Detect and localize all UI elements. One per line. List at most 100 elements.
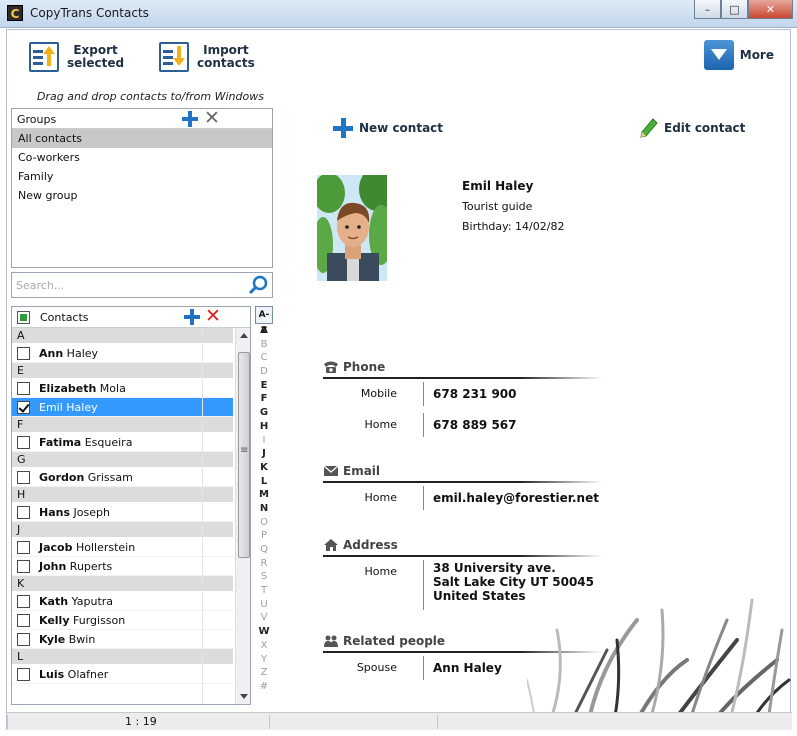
contact-checkbox[interactable] <box>17 613 30 627</box>
delete-contact-icon[interactable]: ✕ <box>205 307 221 326</box>
letter-index-item[interactable]: Z <box>255 666 273 680</box>
maximize-button[interactable]: □ <box>721 0 748 19</box>
first-name: Emil <box>39 400 63 414</box>
contact-checkbox[interactable] <box>17 505 30 519</box>
more-button[interactable]: More <box>703 40 774 70</box>
letter-index-item[interactable]: A <box>255 324 273 338</box>
contact-row-selected[interactable]: Emil Haley <box>12 398 233 417</box>
scrollbar-thumb[interactable] <box>238 352 250 558</box>
letter-index-item[interactable]: R <box>255 557 273 571</box>
letter-index-item[interactable]: J <box>255 447 273 461</box>
contact-row[interactable]: Fatima Esqueira <box>12 433 233 452</box>
contact-checkbox[interactable] <box>17 346 30 360</box>
contact-row[interactable]: Kelly Furgisson <box>12 611 233 630</box>
contacts-panel: Contacts ✕ A Ann Haley E Elizabeth Mola … <box>11 306 251 705</box>
letter-index-item[interactable]: T <box>255 584 273 598</box>
letter-index-item[interactable]: H <box>255 420 273 434</box>
contact-row[interactable]: Kyle Bwin <box>12 630 233 649</box>
letter-index-item[interactable]: I <box>255 434 273 448</box>
contact-row[interactable]: John Ruperts <box>12 557 233 576</box>
delete-group-icon[interactable]: ✕ <box>204 109 220 128</box>
contact-row[interactable]: Elizabeth Mola <box>12 379 233 398</box>
contacts-list: A Ann Haley E Elizabeth Mola Emil Haley … <box>12 328 233 684</box>
house-icon <box>324 539 338 551</box>
first-name: Ann <box>39 346 64 360</box>
contact-row[interactable]: Kath Yaputra <box>12 592 233 611</box>
letter-index-item[interactable]: G <box>255 406 273 420</box>
select-all-checkbox[interactable] <box>17 311 30 324</box>
minimize-button[interactable]: – <box>694 0 721 19</box>
app-client-area: Export selected Import contacts More Dra… <box>6 29 792 730</box>
letter-index-item[interactable]: C <box>255 351 273 365</box>
contact-checkbox[interactable] <box>17 559 30 573</box>
import-contacts-button[interactable]: Import contacts <box>159 42 255 72</box>
letter-index-item[interactable]: K <box>255 461 273 475</box>
close-button[interactable]: ✕ <box>748 0 793 19</box>
email-value[interactable]: emil.haley@forestier.net <box>433 491 599 505</box>
letter-index-item[interactable]: E <box>255 379 273 393</box>
search-icon[interactable] <box>248 275 268 295</box>
import-label-line2: contacts <box>197 56 255 70</box>
first-name: Jacob <box>39 540 73 554</box>
contact-name: Kelly Furgisson <box>39 614 125 627</box>
contacts-scrollbar[interactable] <box>235 328 250 704</box>
search-input[interactable] <box>16 274 236 296</box>
contact-checkbox[interactable] <box>17 594 30 608</box>
contact-checkbox-checked[interactable] <box>17 400 30 414</box>
letter-index-item[interactable]: L <box>255 475 273 489</box>
contacts-title: Contacts <box>40 311 89 324</box>
letter-index-item[interactable]: D <box>255 365 273 379</box>
letter-index-item[interactable]: Q <box>255 543 273 557</box>
letter-index-item[interactable]: P <box>255 529 273 543</box>
contact-name: Jacob Hollerstein <box>39 541 135 554</box>
letter-index-item[interactable]: V <box>255 611 273 625</box>
contact-row[interactable]: Luis Olafner <box>12 665 233 684</box>
edit-contact-button[interactable]: Edit contact <box>640 118 745 138</box>
last-name: Yaputra <box>68 594 114 608</box>
contact-name: Gordon Grissam <box>39 471 133 484</box>
phone-value[interactable]: 678 231 900 <box>433 387 517 401</box>
letter-index-item[interactable]: N <box>255 502 273 516</box>
contact-checkbox[interactable] <box>17 540 30 554</box>
grass-decoration <box>527 598 791 730</box>
phone-title: Phone <box>343 360 386 374</box>
group-item-family[interactable]: Family <box>12 167 272 186</box>
contact-checkbox[interactable] <box>17 632 30 646</box>
contact-row[interactable]: Ann Haley <box>12 344 233 363</box>
export-label: Export selected <box>67 44 124 70</box>
new-contact-button[interactable]: New contact <box>333 118 443 138</box>
group-item-all-contacts[interactable]: All contacts <box>12 129 272 148</box>
related-person-value[interactable]: Ann Haley <box>433 661 502 675</box>
export-selected-button[interactable]: Export selected <box>29 42 124 72</box>
letter-index-item[interactable]: B <box>255 338 273 352</box>
group-item-new-group[interactable]: New group <box>12 186 272 205</box>
letter-index-item[interactable]: S <box>255 570 273 584</box>
contact-row[interactable]: Gordon Grissam <box>12 468 233 487</box>
contact-checkbox[interactable] <box>17 470 30 484</box>
letter-index-item[interactable]: X <box>255 639 273 653</box>
contact-row[interactable]: Jacob Hollerstein <box>12 538 233 557</box>
phone-value[interactable]: 678 889 567 <box>433 418 517 432</box>
contact-checkbox[interactable] <box>17 381 30 395</box>
scroll-up-icon[interactable] <box>240 333 248 338</box>
sort-az-button[interactable]: A-Z <box>255 306 273 336</box>
phone-label: Home <box>364 418 397 431</box>
contact-name: Ann Haley <box>39 347 98 360</box>
add-group-icon[interactable] <box>182 111 198 127</box>
contact-checkbox[interactable] <box>17 667 30 681</box>
letter-index-item[interactable]: M <box>255 488 273 502</box>
contact-row[interactable]: Hans Joseph <box>12 503 233 522</box>
email-label: Home <box>364 491 397 504</box>
group-item-co-workers[interactable]: Co-workers <box>12 148 272 167</box>
letter-index-item[interactable]: O <box>255 516 273 530</box>
letter-index-item[interactable]: U <box>255 598 273 612</box>
scroll-down-icon[interactable] <box>240 694 248 699</box>
email-section: Email Home emil.haley@forestier.net <box>323 462 603 514</box>
letter-index-item[interactable]: W <box>255 625 273 639</box>
add-contact-icon[interactable] <box>184 309 200 325</box>
letter-index-item[interactable]: Y <box>255 653 273 667</box>
field-separator <box>423 486 424 510</box>
letter-index-item[interactable]: # <box>255 680 273 694</box>
letter-index-item[interactable]: F <box>255 392 273 406</box>
contact-checkbox[interactable] <box>17 435 30 449</box>
